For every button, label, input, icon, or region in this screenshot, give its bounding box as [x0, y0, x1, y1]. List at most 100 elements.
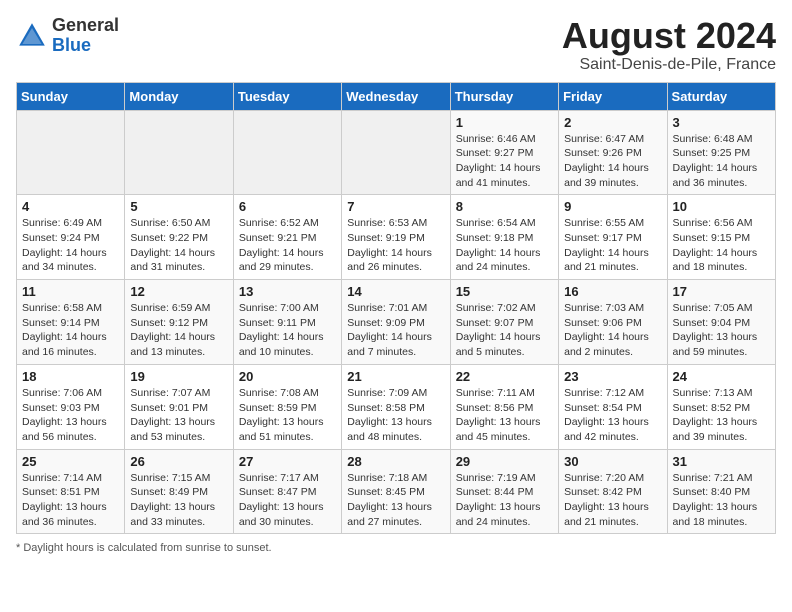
- day-info: Sunrise: 7:01 AM Sunset: 9:09 PM Dayligh…: [347, 301, 444, 360]
- day-info: Sunrise: 7:21 AM Sunset: 8:40 PM Dayligh…: [673, 471, 770, 530]
- day-number: 5: [130, 199, 227, 214]
- day-number: 27: [239, 454, 336, 469]
- day-number: 21: [347, 369, 444, 384]
- logo-text: General Blue: [52, 16, 119, 56]
- header-day: Thursday: [450, 82, 558, 110]
- day-number: 30: [564, 454, 661, 469]
- day-number: 24: [673, 369, 770, 384]
- calendar-cell: 9 Sunrise: 6:55 AM Sunset: 9:17 PM Dayli…: [559, 195, 667, 280]
- day-info: Sunrise: 7:03 AM Sunset: 9:06 PM Dayligh…: [564, 301, 661, 360]
- header-day: Wednesday: [342, 82, 450, 110]
- calendar-cell: 22 Sunrise: 7:11 AM Sunset: 8:56 PM Dayl…: [450, 364, 558, 449]
- day-info: Sunrise: 6:59 AM Sunset: 9:12 PM Dayligh…: [130, 301, 227, 360]
- day-info: Sunrise: 6:58 AM Sunset: 9:14 PM Dayligh…: [22, 301, 119, 360]
- day-number: 3: [673, 115, 770, 130]
- day-number: 9: [564, 199, 661, 214]
- calendar-cell: 12 Sunrise: 6:59 AM Sunset: 9:12 PM Dayl…: [125, 280, 233, 365]
- day-info: Sunrise: 6:49 AM Sunset: 9:24 PM Dayligh…: [22, 216, 119, 275]
- location: Saint-Denis-de-Pile, France: [562, 56, 776, 74]
- calendar-cell: [17, 110, 125, 195]
- day-number: 22: [456, 369, 553, 384]
- calendar-table: SundayMondayTuesdayWednesdayThursdayFrid…: [16, 82, 776, 535]
- day-info: Sunrise: 6:54 AM Sunset: 9:18 PM Dayligh…: [456, 216, 553, 275]
- calendar-row: 18 Sunrise: 7:06 AM Sunset: 9:03 PM Dayl…: [17, 364, 776, 449]
- calendar-row: 1 Sunrise: 6:46 AM Sunset: 9:27 PM Dayli…: [17, 110, 776, 195]
- calendar-cell: 26 Sunrise: 7:15 AM Sunset: 8:49 PM Dayl…: [125, 449, 233, 534]
- day-info: Sunrise: 7:00 AM Sunset: 9:11 PM Dayligh…: [239, 301, 336, 360]
- calendar-cell: 7 Sunrise: 6:53 AM Sunset: 9:19 PM Dayli…: [342, 195, 450, 280]
- day-info: Sunrise: 7:12 AM Sunset: 8:54 PM Dayligh…: [564, 386, 661, 445]
- calendar-cell: 17 Sunrise: 7:05 AM Sunset: 9:04 PM Dayl…: [667, 280, 775, 365]
- calendar-cell: 25 Sunrise: 7:14 AM Sunset: 8:51 PM Dayl…: [17, 449, 125, 534]
- calendar-cell: 14 Sunrise: 7:01 AM Sunset: 9:09 PM Dayl…: [342, 280, 450, 365]
- calendar-cell: 5 Sunrise: 6:50 AM Sunset: 9:22 PM Dayli…: [125, 195, 233, 280]
- calendar-cell: 28 Sunrise: 7:18 AM Sunset: 8:45 PM Dayl…: [342, 449, 450, 534]
- calendar-cell: 4 Sunrise: 6:49 AM Sunset: 9:24 PM Dayli…: [17, 195, 125, 280]
- day-info: Sunrise: 7:19 AM Sunset: 8:44 PM Dayligh…: [456, 471, 553, 530]
- day-number: 8: [456, 199, 553, 214]
- day-number: 2: [564, 115, 661, 130]
- day-number: 1: [456, 115, 553, 130]
- logo: General Blue: [16, 16, 119, 56]
- day-info: Sunrise: 7:02 AM Sunset: 9:07 PM Dayligh…: [456, 301, 553, 360]
- day-info: Sunrise: 7:14 AM Sunset: 8:51 PM Dayligh…: [22, 471, 119, 530]
- calendar-row: 11 Sunrise: 6:58 AM Sunset: 9:14 PM Dayl…: [17, 280, 776, 365]
- day-info: Sunrise: 6:55 AM Sunset: 9:17 PM Dayligh…: [564, 216, 661, 275]
- calendar-cell: [125, 110, 233, 195]
- day-number: 14: [347, 284, 444, 299]
- title-section: August 2024 Saint-Denis-de-Pile, France: [562, 16, 776, 74]
- header-row: SundayMondayTuesdayWednesdayThursdayFrid…: [17, 82, 776, 110]
- calendar-row: 4 Sunrise: 6:49 AM Sunset: 9:24 PM Dayli…: [17, 195, 776, 280]
- day-number: 16: [564, 284, 661, 299]
- day-number: 28: [347, 454, 444, 469]
- calendar-cell: 31 Sunrise: 7:21 AM Sunset: 8:40 PM Dayl…: [667, 449, 775, 534]
- calendar-header: SundayMondayTuesdayWednesdayThursdayFrid…: [17, 82, 776, 110]
- header-day: Saturday: [667, 82, 775, 110]
- day-info: Sunrise: 7:05 AM Sunset: 9:04 PM Dayligh…: [673, 301, 770, 360]
- day-number: 11: [22, 284, 119, 299]
- header-day: Monday: [125, 82, 233, 110]
- day-info: Sunrise: 6:46 AM Sunset: 9:27 PM Dayligh…: [456, 132, 553, 191]
- header-day: Tuesday: [233, 82, 341, 110]
- day-number: 4: [22, 199, 119, 214]
- header-day: Sunday: [17, 82, 125, 110]
- day-number: 6: [239, 199, 336, 214]
- calendar-cell: [342, 110, 450, 195]
- day-number: 29: [456, 454, 553, 469]
- calendar-cell: 10 Sunrise: 6:56 AM Sunset: 9:15 PM Dayl…: [667, 195, 775, 280]
- calendar-cell: 23 Sunrise: 7:12 AM Sunset: 8:54 PM Dayl…: [559, 364, 667, 449]
- day-info: Sunrise: 6:47 AM Sunset: 9:26 PM Dayligh…: [564, 132, 661, 191]
- calendar-cell: 27 Sunrise: 7:17 AM Sunset: 8:47 PM Dayl…: [233, 449, 341, 534]
- day-info: Sunrise: 7:06 AM Sunset: 9:03 PM Dayligh…: [22, 386, 119, 445]
- calendar-cell: [233, 110, 341, 195]
- day-number: 20: [239, 369, 336, 384]
- logo-icon: [16, 20, 48, 52]
- calendar-cell: 1 Sunrise: 6:46 AM Sunset: 9:27 PM Dayli…: [450, 110, 558, 195]
- day-info: Sunrise: 6:50 AM Sunset: 9:22 PM Dayligh…: [130, 216, 227, 275]
- day-info: Sunrise: 7:07 AM Sunset: 9:01 PM Dayligh…: [130, 386, 227, 445]
- calendar-cell: 13 Sunrise: 7:00 AM Sunset: 9:11 PM Dayl…: [233, 280, 341, 365]
- day-number: 19: [130, 369, 227, 384]
- calendar-cell: 20 Sunrise: 7:08 AM Sunset: 8:59 PM Dayl…: [233, 364, 341, 449]
- day-info: Sunrise: 7:18 AM Sunset: 8:45 PM Dayligh…: [347, 471, 444, 530]
- header-day: Friday: [559, 82, 667, 110]
- day-number: 25: [22, 454, 119, 469]
- footer-note: * Daylight hours is calculated from sunr…: [16, 542, 776, 554]
- calendar-cell: 21 Sunrise: 7:09 AM Sunset: 8:58 PM Dayl…: [342, 364, 450, 449]
- month-year: August 2024: [562, 16, 776, 56]
- day-number: 13: [239, 284, 336, 299]
- calendar-cell: 16 Sunrise: 7:03 AM Sunset: 9:06 PM Dayl…: [559, 280, 667, 365]
- day-number: 12: [130, 284, 227, 299]
- calendar-cell: 30 Sunrise: 7:20 AM Sunset: 8:42 PM Dayl…: [559, 449, 667, 534]
- day-number: 31: [673, 454, 770, 469]
- day-number: 10: [673, 199, 770, 214]
- day-info: Sunrise: 7:15 AM Sunset: 8:49 PM Dayligh…: [130, 471, 227, 530]
- calendar-cell: 6 Sunrise: 6:52 AM Sunset: 9:21 PM Dayli…: [233, 195, 341, 280]
- day-info: Sunrise: 7:20 AM Sunset: 8:42 PM Dayligh…: [564, 471, 661, 530]
- calendar-cell: 11 Sunrise: 6:58 AM Sunset: 9:14 PM Dayl…: [17, 280, 125, 365]
- day-number: 23: [564, 369, 661, 384]
- day-number: 15: [456, 284, 553, 299]
- calendar-body: 1 Sunrise: 6:46 AM Sunset: 9:27 PM Dayli…: [17, 110, 776, 534]
- day-info: Sunrise: 6:48 AM Sunset: 9:25 PM Dayligh…: [673, 132, 770, 191]
- calendar-cell: 15 Sunrise: 7:02 AM Sunset: 9:07 PM Dayl…: [450, 280, 558, 365]
